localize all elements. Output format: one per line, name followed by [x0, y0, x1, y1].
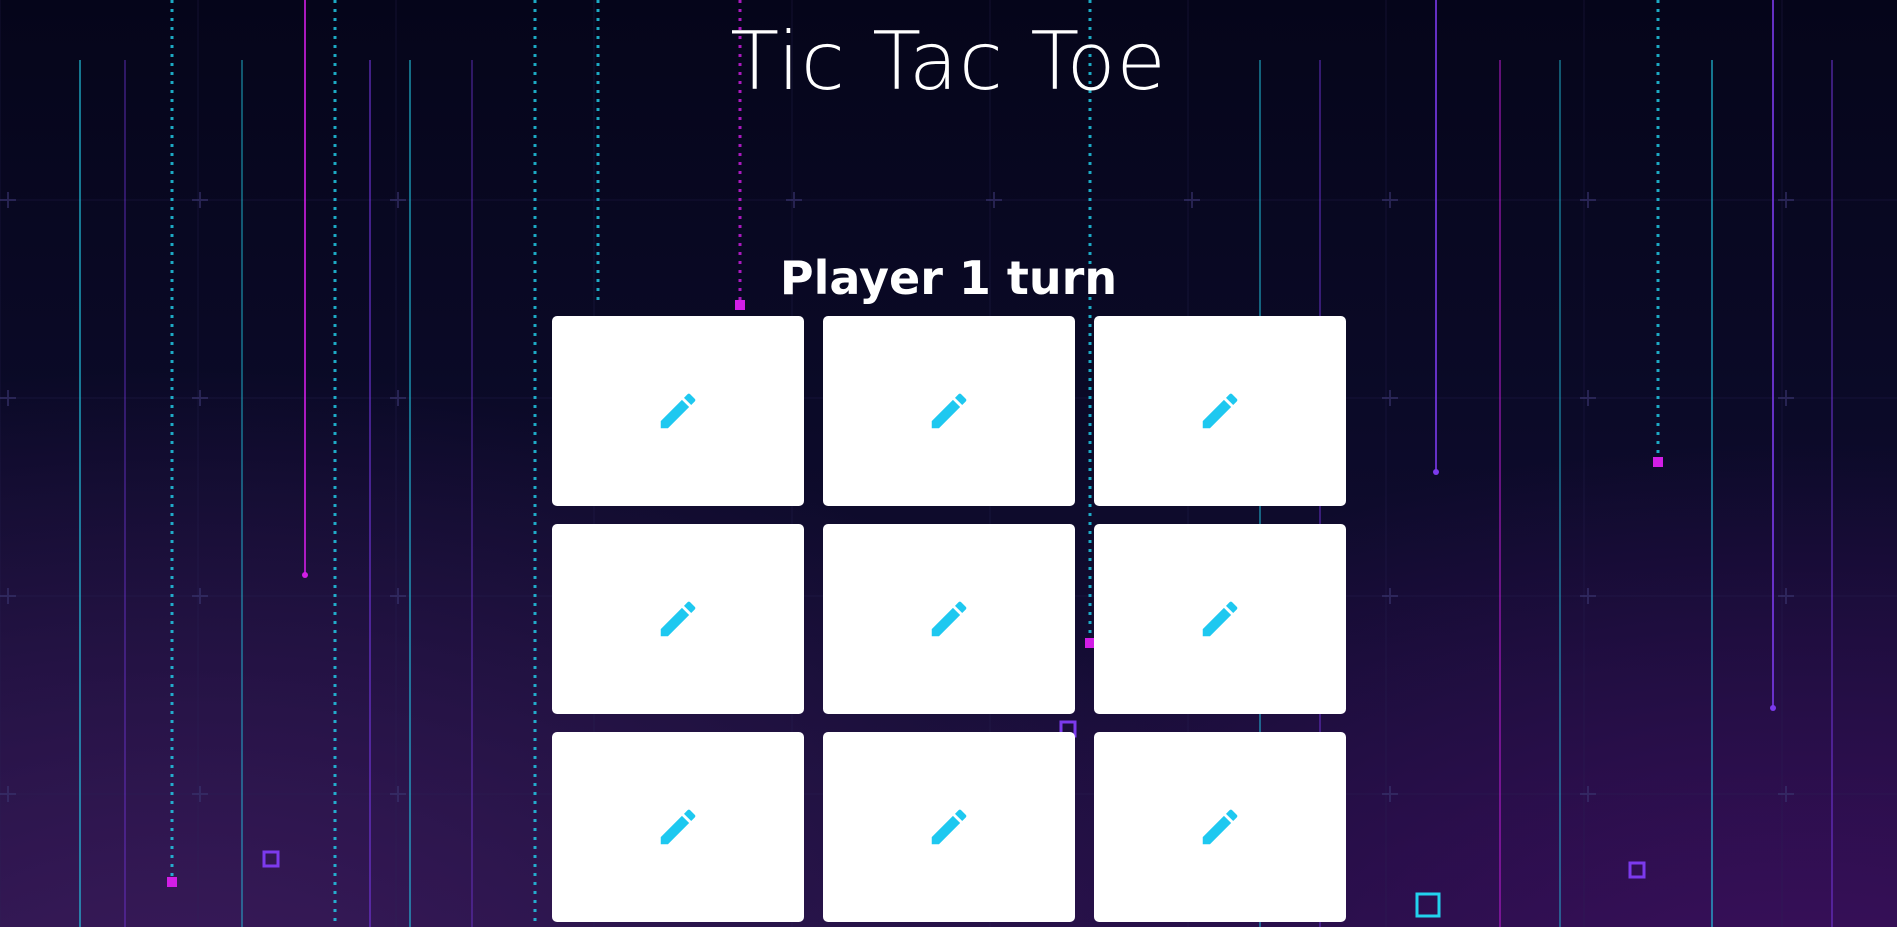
plus-marker — [192, 786, 208, 802]
plus-marker — [192, 588, 208, 604]
pencil-icon — [931, 809, 967, 845]
board-cell-3-2[interactable] — [823, 732, 1075, 922]
plus-marker — [1382, 786, 1398, 802]
plus-marker — [0, 390, 16, 406]
board-cell-1-3[interactable] — [1094, 316, 1346, 506]
plus-marker — [390, 588, 406, 604]
pencil-icon — [1202, 809, 1238, 845]
neon-square — [1415, 892, 1441, 918]
neon-square — [1628, 861, 1646, 879]
board-cell-3-1[interactable] — [552, 732, 804, 922]
board-cell-2-1[interactable] — [552, 524, 804, 714]
game-board — [552, 316, 1347, 922]
plus-marker — [390, 786, 406, 802]
plus-marker — [1580, 192, 1596, 208]
plus-marker — [786, 192, 802, 208]
plus-marker — [192, 390, 208, 406]
plus-marker — [0, 786, 16, 802]
plus-marker — [0, 192, 16, 208]
board-cell-1-2[interactable] — [823, 316, 1075, 506]
turn-status: Player 1 turn — [779, 251, 1118, 305]
plus-marker — [1778, 390, 1794, 406]
plus-marker — [1778, 588, 1794, 604]
pencil-icon — [1202, 601, 1238, 637]
pencil-icon — [660, 601, 696, 637]
plus-marker — [1382, 588, 1398, 604]
game-title: Tic Tac Toe — [730, 15, 1167, 108]
pencil-icon — [660, 393, 696, 429]
neon-square — [262, 850, 280, 868]
board-cell-2-2[interactable] — [823, 524, 1075, 714]
pencil-icon — [1202, 393, 1238, 429]
plus-marker — [390, 390, 406, 406]
streak-head — [167, 877, 177, 887]
board-cell-3-3[interactable] — [1094, 732, 1346, 922]
board-cell-1-1[interactable] — [552, 316, 804, 506]
plus-marker — [1778, 192, 1794, 208]
plus-marker — [986, 192, 1002, 208]
plus-marker — [1184, 192, 1200, 208]
plus-marker — [192, 192, 208, 208]
plus-marker — [0, 588, 16, 604]
thread-dot — [1770, 705, 1776, 711]
plus-marker — [1382, 192, 1398, 208]
pencil-icon — [660, 809, 696, 845]
plus-marker — [1580, 390, 1596, 406]
pencil-icon — [931, 393, 967, 429]
plus-marker — [1580, 588, 1596, 604]
board-cell-2-3[interactable] — [1094, 524, 1346, 714]
thread-dot — [302, 572, 308, 578]
plus-marker — [1778, 786, 1794, 802]
thread-dot — [1433, 469, 1439, 475]
pencil-icon — [931, 601, 967, 637]
plus-marker — [390, 192, 406, 208]
plus-marker — [1382, 390, 1398, 406]
plus-marker — [1580, 786, 1596, 802]
streak-head — [1653, 457, 1663, 467]
